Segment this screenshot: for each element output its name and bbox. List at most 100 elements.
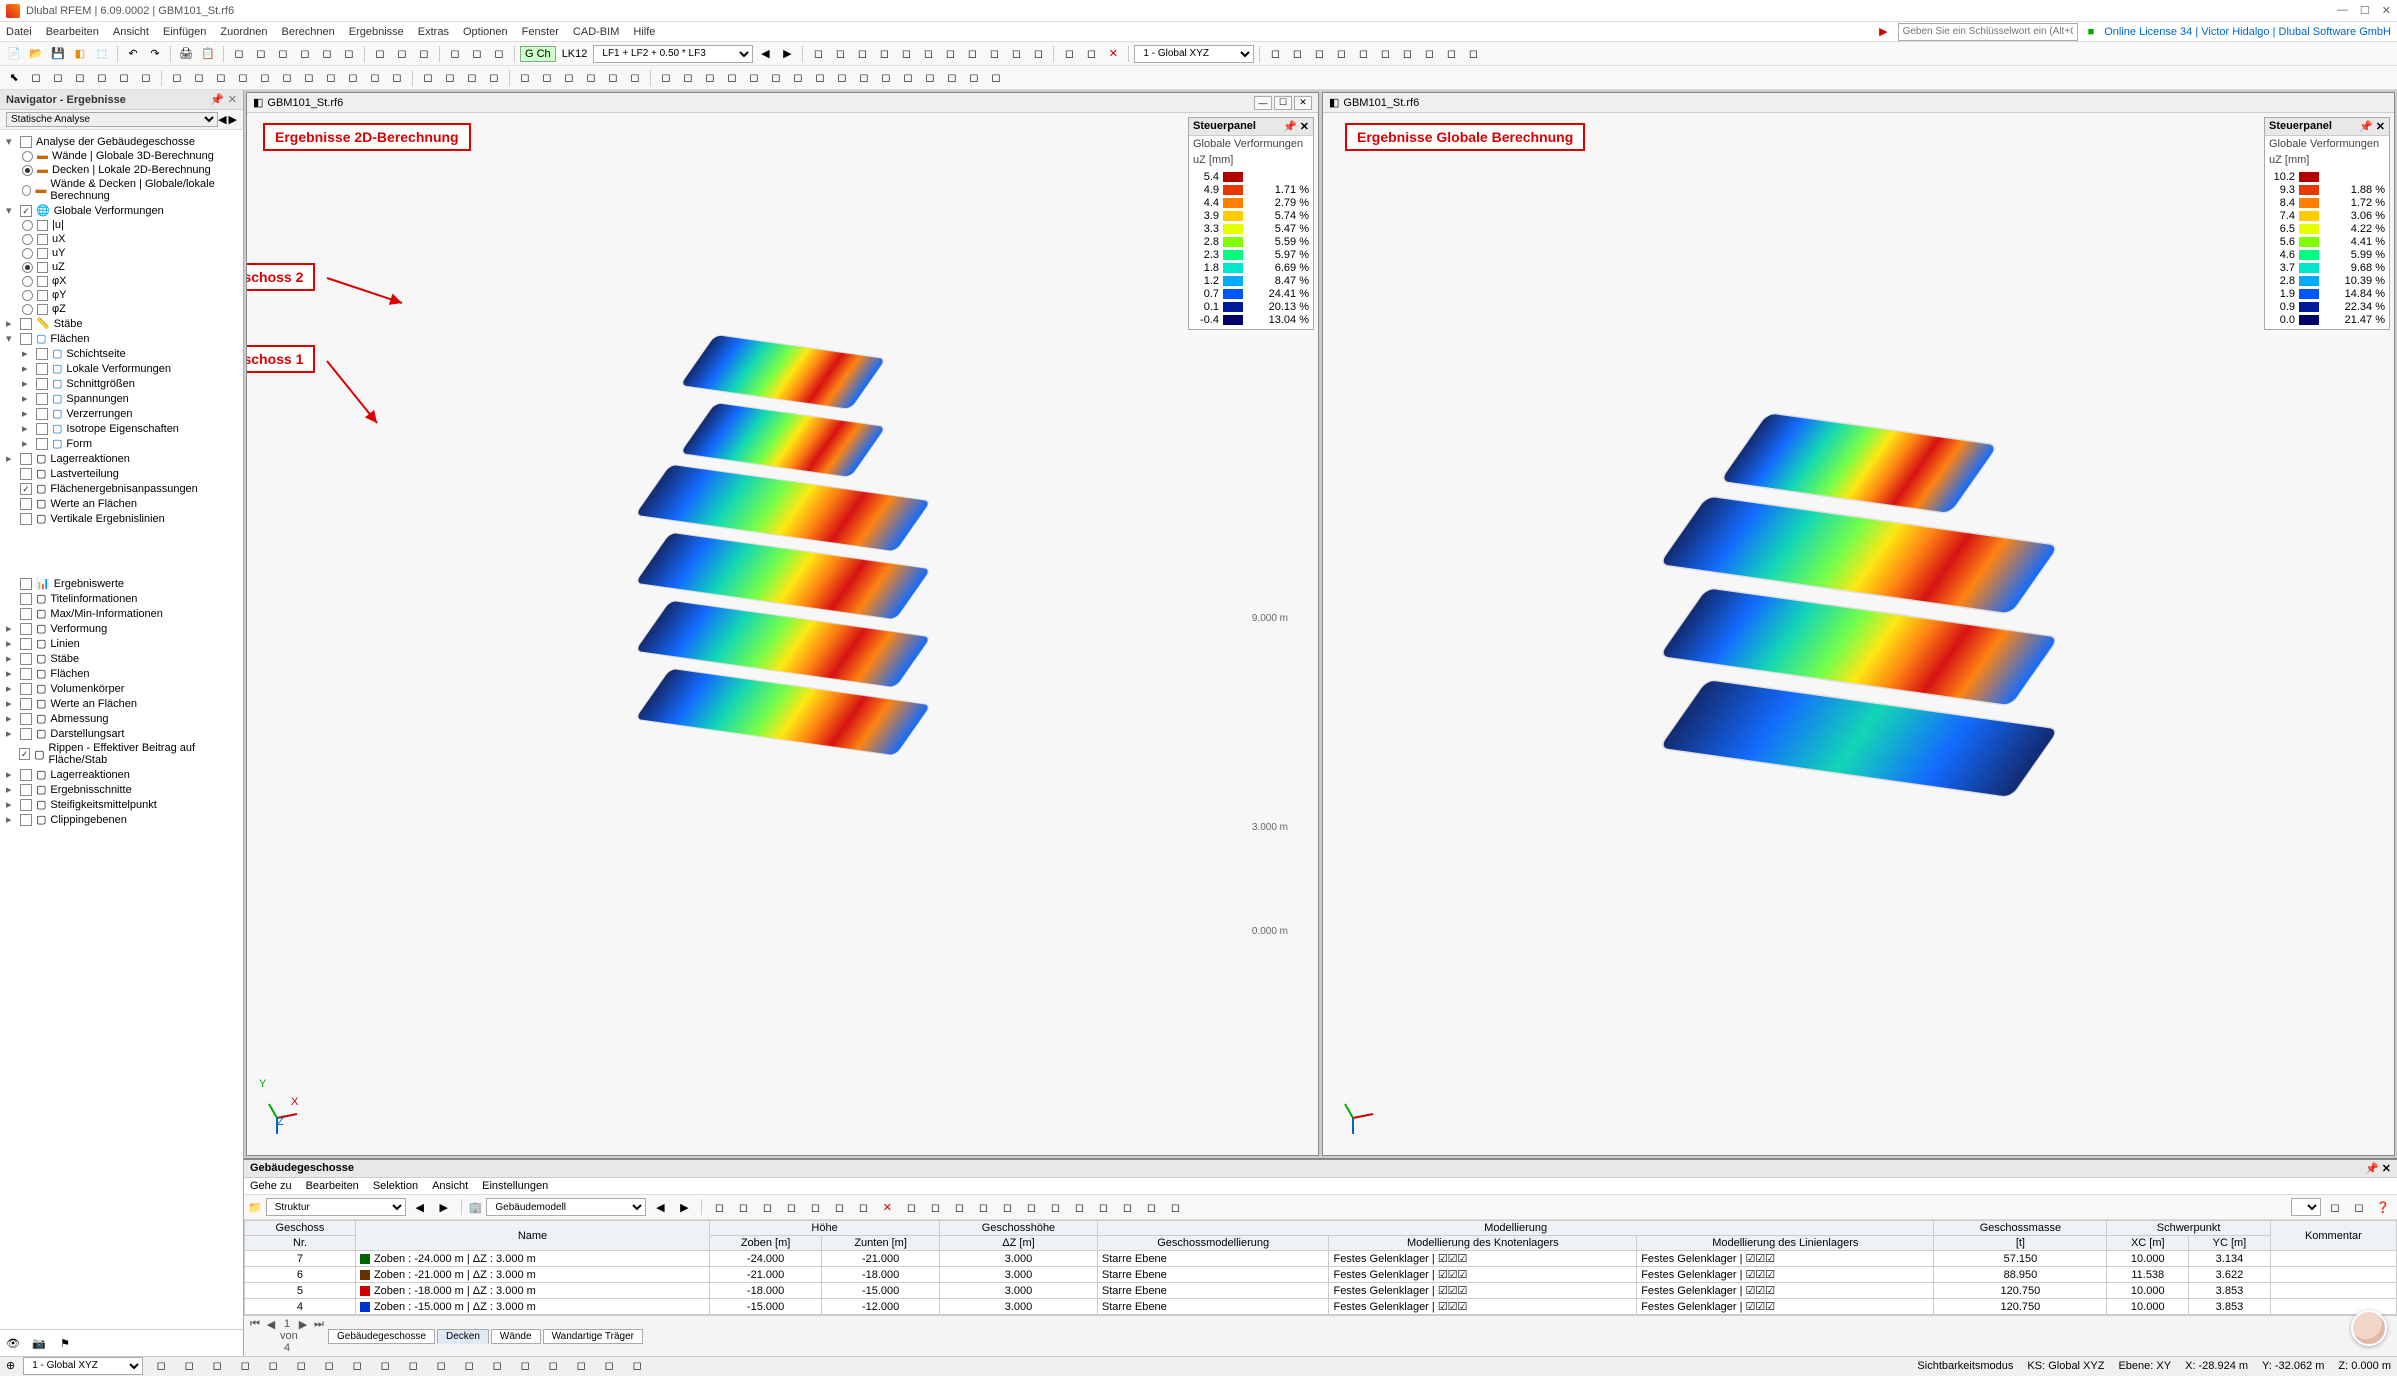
assistant-avatar[interactable] [2351, 1310, 2387, 1346]
tool-generic-icon[interactable]: ◻ [918, 44, 938, 64]
bp-tbtn[interactable]: ◻ [733, 1197, 753, 1217]
tool-generic-icon[interactable]: ◻ [365, 68, 385, 88]
tool-generic-icon[interactable]: ◻ [942, 68, 962, 88]
bp-next2-icon[interactable]: ▶ [674, 1197, 694, 1217]
bp-tbtn[interactable]: ◻ [1021, 1197, 1041, 1217]
tool-generic-icon[interactable]: ◻ [277, 68, 297, 88]
bp-menu-einstellungen[interactable]: Einstellungen [482, 1180, 548, 1192]
opt-darstellung[interactable]: ▸▢Darstellungsart [0, 726, 243, 741]
tool-generic-icon[interactable]: ◻ [874, 44, 894, 64]
nav-tbtn-eye-icon[interactable]: 👁 [3, 1333, 23, 1353]
bp-tbtn[interactable]: ◻ [829, 1197, 849, 1217]
load-combo-select[interactable]: LF1 + LF2 + 0.50 * LF3 [593, 45, 753, 63]
tab-decken[interactable]: Decken [437, 1329, 489, 1344]
tool-generic-icon[interactable]: ◻ [229, 44, 249, 64]
bp-menu-bearbeiten[interactable]: Bearbeiten [306, 1180, 359, 1192]
tool-generic-icon[interactable]: ◻ [581, 68, 601, 88]
status-tbtn[interactable]: ◻ [543, 1356, 563, 1376]
vp-min-icon[interactable]: — [1254, 96, 1272, 110]
nav-next-icon[interactable]: ▶ [229, 113, 237, 126]
tool-generic-icon[interactable]: ◻ [700, 68, 720, 88]
search-input[interactable] [1898, 23, 2078, 41]
tool-generic-icon[interactable]: ◻ [233, 68, 253, 88]
nav-tbtn-cam-icon[interactable]: 📷 [29, 1333, 49, 1353]
bp-tbtn[interactable]: ◻ [949, 1197, 969, 1217]
status-tbtn[interactable]: ◻ [599, 1356, 619, 1376]
viewport-right-canvas[interactable]: Ergebnisse Globale Berechnung Steuerpane… [1323, 113, 2394, 1155]
load-prev-icon[interactable]: ◀ [755, 44, 775, 64]
menu-bearbeiten[interactable]: Bearbeiten [46, 26, 99, 38]
tool-generic-icon[interactable]: ◻ [1463, 44, 1483, 64]
tool-print-icon[interactable]: 🖨 [176, 44, 196, 64]
tool-generic-icon[interactable]: ◻ [1375, 44, 1395, 64]
tree-item-form[interactable]: ▸▢Form [0, 436, 243, 451]
tool-generic-icon[interactable]: ◻ [339, 44, 359, 64]
tool-generic-icon[interactable]: ◻ [962, 44, 982, 64]
nav-tbtn-flag-icon[interactable]: ⚑ [55, 1333, 75, 1353]
opt-linien[interactable]: ▸▢Linien [0, 636, 243, 651]
bp-pin-icon[interactable]: 📌 [2365, 1163, 2379, 1175]
opt-stabe[interactable]: ▸▢Stäbe [0, 651, 243, 666]
bp-menu-ansicht[interactable]: Ansicht [432, 1180, 468, 1192]
tree-item-werte-flachen[interactable]: ▢Werte an Flächen [0, 496, 243, 511]
tree-item-schnittgr[interactable]: ▸▢Schnittgrößen [0, 376, 243, 391]
bp-tbtn[interactable]: ◻ [2349, 1197, 2369, 1217]
viewport-left-tab[interactable]: GBM101_St.rf6 [267, 97, 343, 109]
viewport-left-canvas[interactable]: Ergebnisse 2D-Berechnung Regelgeschoss 2… [247, 113, 1318, 1155]
menu-cadbim[interactable]: CAD-BIM [573, 26, 619, 38]
tool-generic-icon[interactable]: ◻ [114, 68, 134, 88]
tool-generic-icon[interactable]: ◻ [273, 44, 293, 64]
nav-close-icon[interactable]: ✕ [228, 93, 237, 106]
bp-prev-icon[interactable]: ◀ [410, 1197, 430, 1217]
tool-generic-icon[interactable]: ◻ [295, 44, 315, 64]
tool-generic-icon[interactable]: ◻ [625, 68, 645, 88]
tool-copy-icon[interactable]: 📋 [198, 44, 218, 64]
status-tbtn[interactable]: ◻ [207, 1356, 227, 1376]
tool-generic-icon[interactable]: ◻ [299, 68, 319, 88]
status-tbtn[interactable]: ◻ [347, 1356, 367, 1376]
tool-generic-icon[interactable]: ◻ [136, 68, 156, 88]
vp-max-icon[interactable]: ☐ [1274, 96, 1292, 110]
status-tbtn[interactable]: ◻ [179, 1356, 199, 1376]
menu-hilfe[interactable]: Hilfe [633, 26, 655, 38]
tool-generic-icon[interactable]: ◻ [418, 68, 438, 88]
tree-item-decken-2d[interactable]: ▬Decken | Lokale 2D-Berechnung [0, 163, 243, 177]
tree-item-lokale-verf[interactable]: ▸▢Lokale Verformungen [0, 361, 243, 376]
tool-generic-icon[interactable]: ◻ [392, 44, 412, 64]
bp-menu-selektion[interactable]: Selektion [373, 1180, 418, 1192]
menu-ergebnisse[interactable]: Ergebnisse [349, 26, 404, 38]
tool-generic-icon[interactable]: ◻ [766, 68, 786, 88]
sp-pin-icon[interactable]: 📌 [1283, 121, 1297, 133]
tool-generic-icon[interactable]: ◻ [1059, 44, 1079, 64]
tool-generic-icon[interactable]: ◻ [255, 68, 275, 88]
opt-abmessung[interactable]: ▸▢Abmessung [0, 711, 243, 726]
bp-prev2-icon[interactable]: ◀ [650, 1197, 670, 1217]
bp-tbtn[interactable]: ◻ [997, 1197, 1017, 1217]
table-row[interactable]: 7Zoben : -24.000 m | ΔZ : 3.000 m-24.000… [245, 1251, 2397, 1267]
tree-geschosse-header[interactable]: ▾Analyse der Gebäudegeschosse [0, 134, 243, 149]
tree-item-isotrope[interactable]: ▸▢Isotrope Eigenschaften [0, 421, 243, 436]
opt-flachen[interactable]: ▸▢Flächen [0, 666, 243, 681]
tool-generic-icon[interactable]: ◻ [810, 68, 830, 88]
tool-generic-icon[interactable]: ◻ [986, 68, 1006, 88]
tool-generic-icon[interactable]: ◻ [920, 68, 940, 88]
opt-titelinfo[interactable]: ▢Titelinformationen [0, 591, 243, 606]
status-tbtn[interactable]: ◻ [263, 1356, 283, 1376]
tool-generic-icon[interactable]: ◻ [1309, 44, 1329, 64]
tool-generic-icon[interactable]: ◻ [1287, 44, 1307, 64]
tool-generic-icon[interactable]: ◻ [852, 44, 872, 64]
bp-tbtn[interactable]: ◻ [973, 1197, 993, 1217]
bp-tbtn[interactable]: ◻ [925, 1197, 945, 1217]
bp-tbtn[interactable]: ◻ [1117, 1197, 1137, 1217]
status-tbtn[interactable]: ◻ [571, 1356, 591, 1376]
bp-tbtn[interactable]: ◻ [1141, 1197, 1161, 1217]
menu-extras[interactable]: Extras [418, 26, 449, 38]
tree-item-phix[interactable]: φX [0, 274, 243, 288]
tool-generic-icon[interactable]: ◻ [343, 68, 363, 88]
sp-pin-icon[interactable]: 📌 [2359, 121, 2373, 133]
tool-new-icon[interactable]: 📄 [4, 44, 24, 64]
status-tbtn[interactable]: ◻ [375, 1356, 395, 1376]
bp-tbtn[interactable]: ◻ [805, 1197, 825, 1217]
tool-generic-icon[interactable]: ◻ [26, 68, 46, 88]
tool-generic-icon[interactable]: ◻ [744, 68, 764, 88]
